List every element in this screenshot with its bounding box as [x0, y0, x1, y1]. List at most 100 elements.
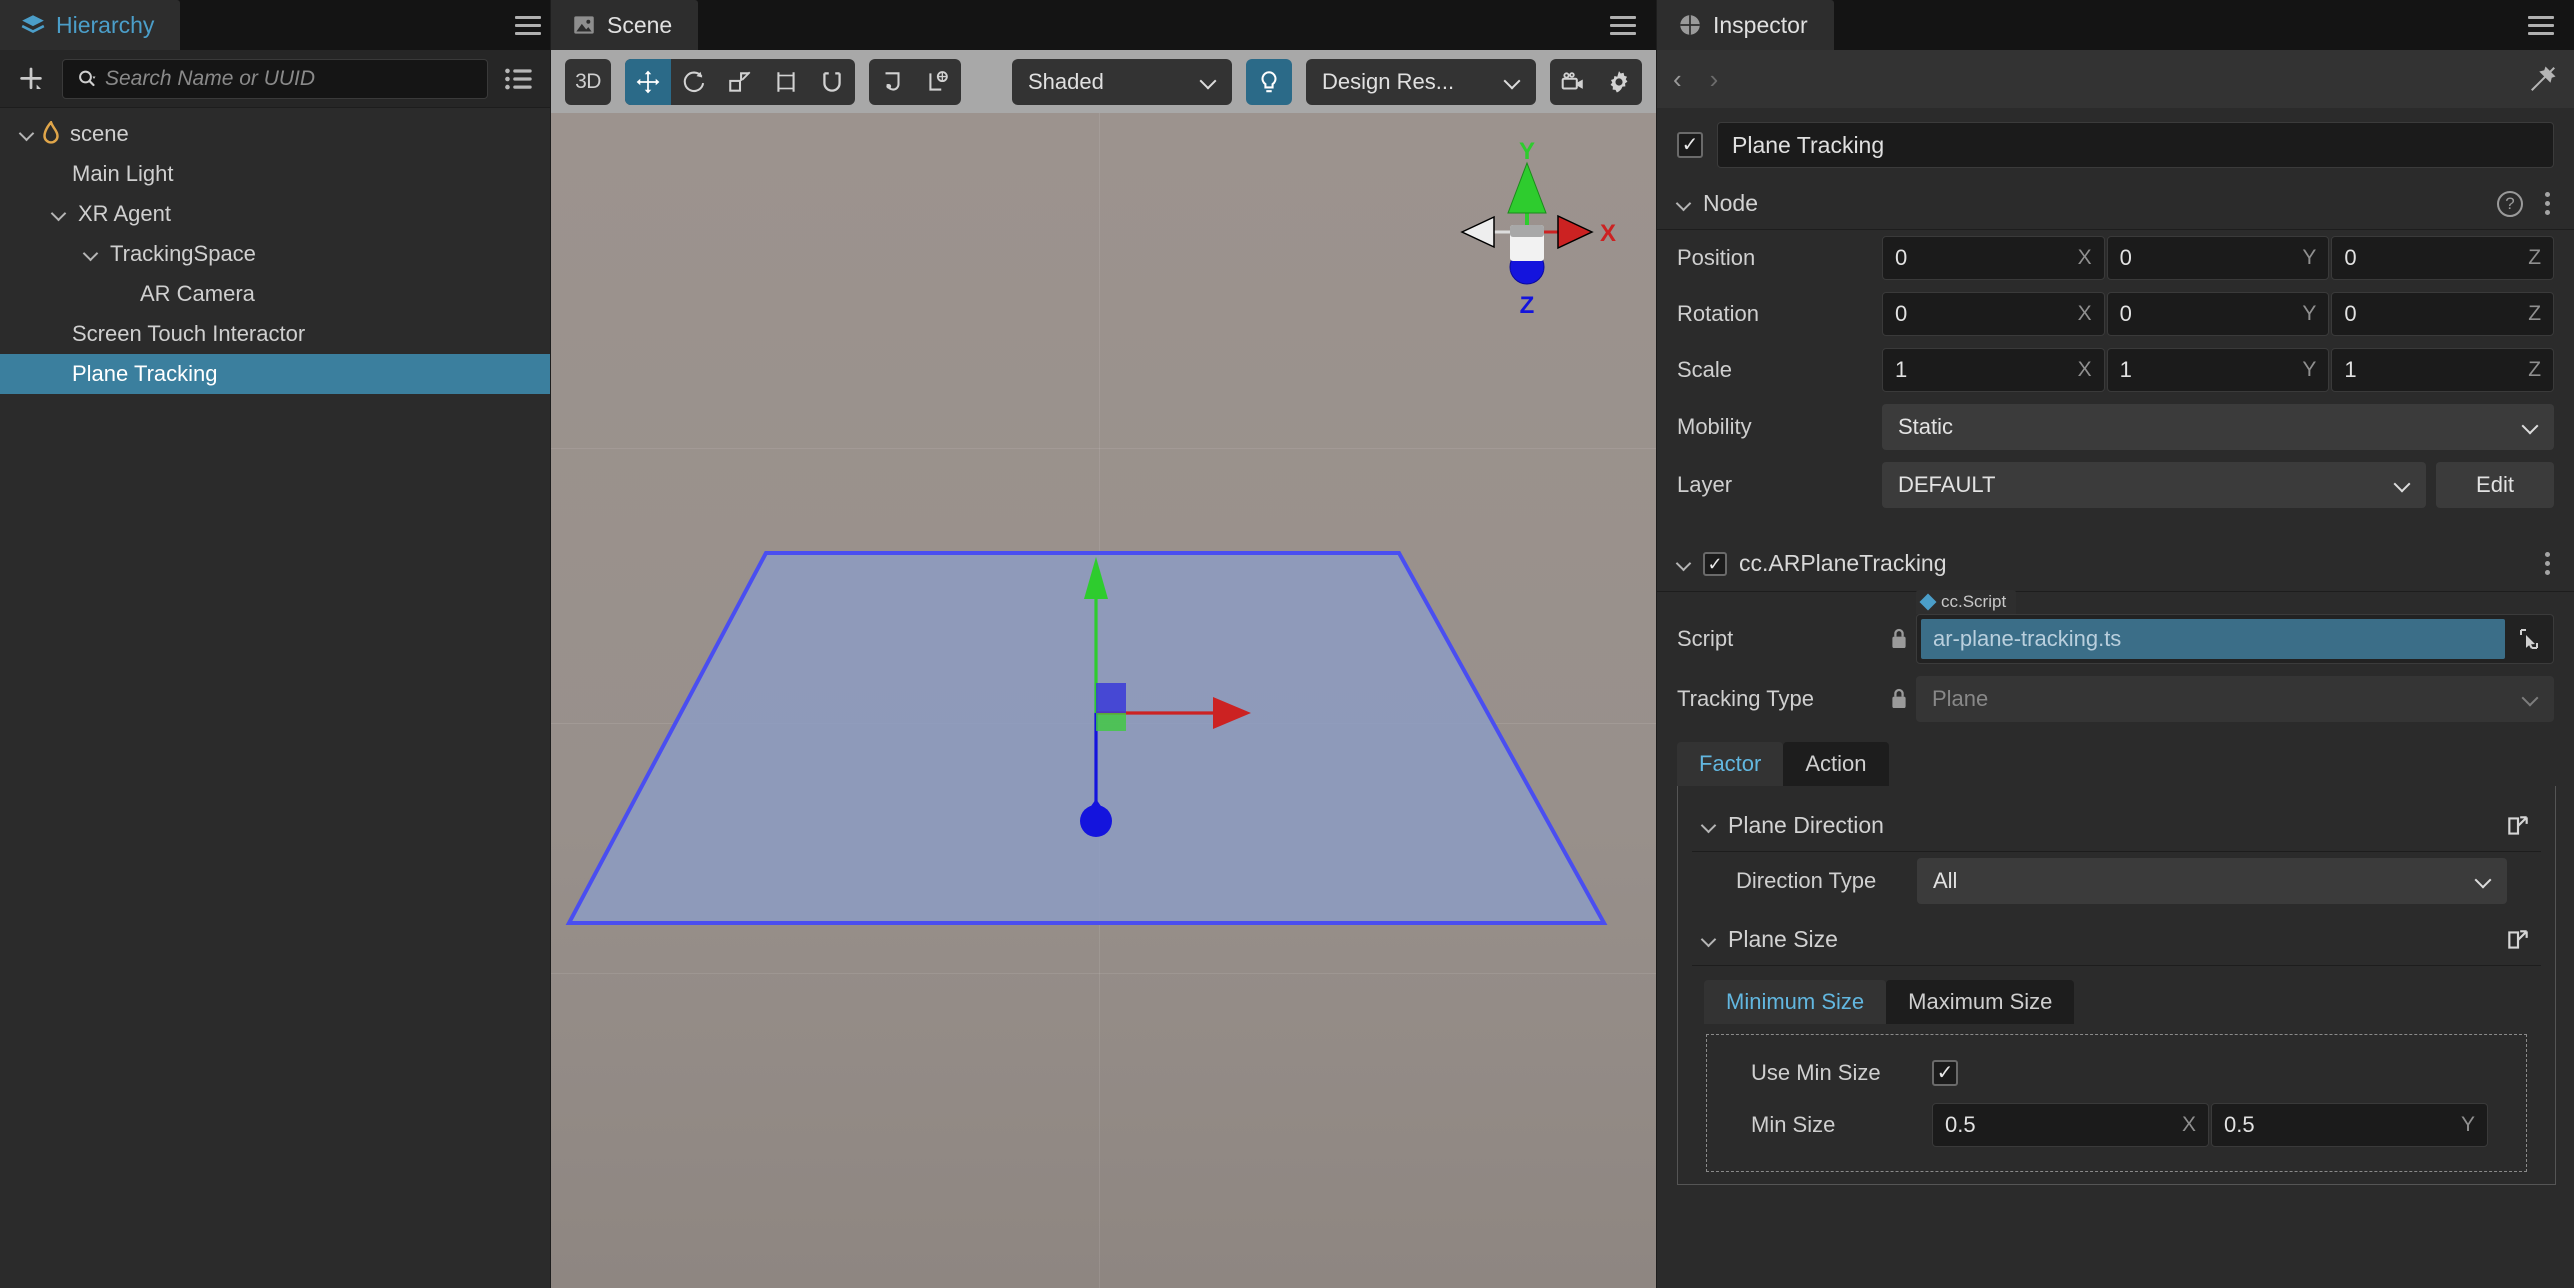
- rotation-row: Rotation 0 X 0 Y 0 Z: [1657, 286, 2574, 342]
- tab-hierarchy-label: Hierarchy: [56, 12, 154, 39]
- tab-hierarchy[interactable]: Hierarchy: [0, 0, 180, 50]
- layer-edit-button[interactable]: Edit: [2436, 462, 2554, 508]
- inspector-body: ✓ Plane Tracking Node ? Position: [1657, 108, 2574, 1288]
- tree-item-plane-tracking[interactable]: Plane Tracking: [0, 354, 550, 394]
- hierarchy-tabbar: Hierarchy: [0, 0, 550, 50]
- scale-x-input[interactable]: 1 X: [1882, 348, 2105, 392]
- use-min-size-checkbox[interactable]: ✓: [1932, 1060, 1958, 1086]
- tree-item-scene[interactable]: scene: [0, 114, 550, 154]
- chevron-down-icon[interactable]: [78, 241, 104, 267]
- lighting-toggle[interactable]: [1246, 59, 1292, 105]
- rotation-z-input[interactable]: 0 Z: [2331, 292, 2554, 336]
- tab-factor[interactable]: Factor: [1677, 742, 1783, 786]
- move-gizmo[interactable]: [951, 513, 1371, 873]
- nav-back-button[interactable]: ‹: [1673, 64, 1682, 95]
- list-filter-icon[interactable]: [498, 58, 540, 100]
- tree-item-screen-touch-interactor[interactable]: Screen Touch Interactor: [0, 314, 550, 354]
- tab-action[interactable]: Action: [1783, 742, 1888, 786]
- asset-picker-icon[interactable]: [2509, 619, 2549, 659]
- script-asset-box[interactable]: ar-plane-tracking.ts: [1916, 614, 2554, 664]
- tab-scene[interactable]: Scene: [551, 0, 698, 50]
- tab-inspector[interactable]: Inspector: [1657, 0, 1834, 50]
- plane-direction-header[interactable]: Plane Direction: [1692, 800, 2541, 852]
- component-tabs: Factor Action: [1657, 742, 2574, 786]
- tree-item-label: Screen Touch Interactor: [72, 321, 305, 347]
- resolution-mode-select[interactable]: Design Res...: [1306, 59, 1536, 105]
- node-enabled-checkbox[interactable]: ✓: [1677, 132, 1703, 158]
- pin-icon[interactable]: [2528, 64, 2558, 94]
- pivot-icon[interactable]: [869, 59, 915, 105]
- hamburger-menu-icon[interactable]: [505, 0, 551, 50]
- add-node-icon[interactable]: [10, 58, 52, 100]
- plane-size-header[interactable]: Plane Size: [1692, 914, 2541, 966]
- tree-item-xr-agent[interactable]: XR Agent: [0, 194, 550, 234]
- kebab-menu-icon[interactable]: [2541, 188, 2554, 219]
- tree-item-main-light[interactable]: Main Light: [0, 154, 550, 194]
- position-x-input[interactable]: 0 X: [1882, 236, 2105, 280]
- component-enabled-checkbox[interactable]: ✓: [1703, 552, 1727, 576]
- move-tool[interactable]: [625, 59, 671, 105]
- pivot-coord-group: [869, 59, 961, 105]
- shading-mode-select[interactable]: Shaded: [1012, 59, 1232, 105]
- rect-transform-tool[interactable]: [763, 59, 809, 105]
- node-name-input[interactable]: Plane Tracking: [1717, 122, 2554, 168]
- lock-icon: [1882, 687, 1916, 711]
- rotation-y-input[interactable]: 0 Y: [2107, 292, 2330, 336]
- inspector-navbar: ‹ ›: [1657, 50, 2574, 108]
- open-external-icon[interactable]: [2505, 813, 2531, 839]
- resolution-mode-value: Design Res...: [1322, 69, 1454, 95]
- chevron-down-icon[interactable]: [1677, 557, 1691, 571]
- hamburger-menu-icon[interactable]: [2518, 0, 2564, 50]
- layer-select[interactable]: DEFAULT: [1882, 462, 2426, 508]
- open-external-icon[interactable]: [2505, 927, 2531, 953]
- lightbulb-icon[interactable]: [1246, 59, 1292, 105]
- scale-tool[interactable]: [717, 59, 763, 105]
- direction-type-select[interactable]: All: [1917, 858, 2507, 904]
- rotate-tool[interactable]: [671, 59, 717, 105]
- node-section-header[interactable]: Node ?: [1657, 178, 2574, 230]
- chevron-down-icon[interactable]: [14, 121, 40, 147]
- orientation-gizmo[interactable]: Y X Z: [1432, 137, 1622, 327]
- hamburger-menu-icon[interactable]: [1600, 0, 1646, 50]
- tree-item-trackingspace[interactable]: TrackingSpace: [0, 234, 550, 274]
- toggle-3d-button[interactable]: 3D: [565, 59, 611, 105]
- scene-viewport[interactable]: Y X Z: [551, 113, 1656, 1288]
- tab-minimum-size[interactable]: Minimum Size: [1704, 980, 1886, 1024]
- scale-y-input[interactable]: 1 Y: [2107, 348, 2330, 392]
- script-asset-field[interactable]: cc.Script ar-plane-tracking.ts: [1916, 614, 2554, 664]
- svg-text:Y: Y: [1519, 138, 1535, 165]
- position-z-input[interactable]: 0 Z: [2331, 236, 2554, 280]
- direction-type-label: Direction Type: [1712, 868, 1917, 894]
- rotation-label: Rotation: [1677, 301, 1882, 327]
- chevron-down-icon[interactable]: [1677, 197, 1691, 211]
- magnet-tool[interactable]: [809, 59, 855, 105]
- rotation-x-value: 0: [1895, 301, 1907, 327]
- camera-icon[interactable]: [1550, 59, 1596, 105]
- mobility-select[interactable]: Static: [1882, 404, 2554, 450]
- rotation-x-input[interactable]: 0 X: [1882, 292, 2105, 336]
- tree-item-ar-camera[interactable]: AR Camera: [0, 274, 550, 314]
- scale-z-input[interactable]: 1 Z: [2331, 348, 2554, 392]
- nav-forward-button[interactable]: ›: [1710, 64, 1719, 95]
- component-header[interactable]: ✓ cc.ARPlaneTracking: [1657, 536, 2574, 592]
- plane-direction-title: Plane Direction: [1728, 812, 1884, 839]
- tab-maximum-size[interactable]: Maximum Size: [1886, 980, 2074, 1024]
- gear-icon[interactable]: [1596, 59, 1642, 105]
- tab-scene-label: Scene: [607, 12, 672, 39]
- chevron-down-icon[interactable]: [46, 201, 72, 227]
- node-name-row: ✓ Plane Tracking: [1657, 108, 2574, 178]
- script-asset-value[interactable]: ar-plane-tracking.ts: [1921, 619, 2505, 659]
- use-min-size-row: Use Min Size ✓: [1707, 1049, 2526, 1097]
- inspector-tabbar: Inspector: [1657, 0, 2574, 50]
- chevron-down-icon[interactable]: [1702, 933, 1716, 947]
- global-local-icon[interactable]: [915, 59, 961, 105]
- chevron-down-icon[interactable]: [1702, 819, 1716, 833]
- min-size-x-input[interactable]: 0.5 X: [1932, 1103, 2209, 1147]
- rotation-z-value: 0: [2344, 301, 2356, 327]
- position-y-input[interactable]: 0 Y: [2107, 236, 2330, 280]
- kebab-menu-icon[interactable]: [2541, 548, 2554, 579]
- question-icon[interactable]: ?: [2497, 191, 2523, 217]
- axis-label-y: Y: [2302, 302, 2316, 326]
- search-input[interactable]: Search Name or UUID: [62, 59, 488, 99]
- min-size-y-input[interactable]: 0.5 Y: [2211, 1103, 2488, 1147]
